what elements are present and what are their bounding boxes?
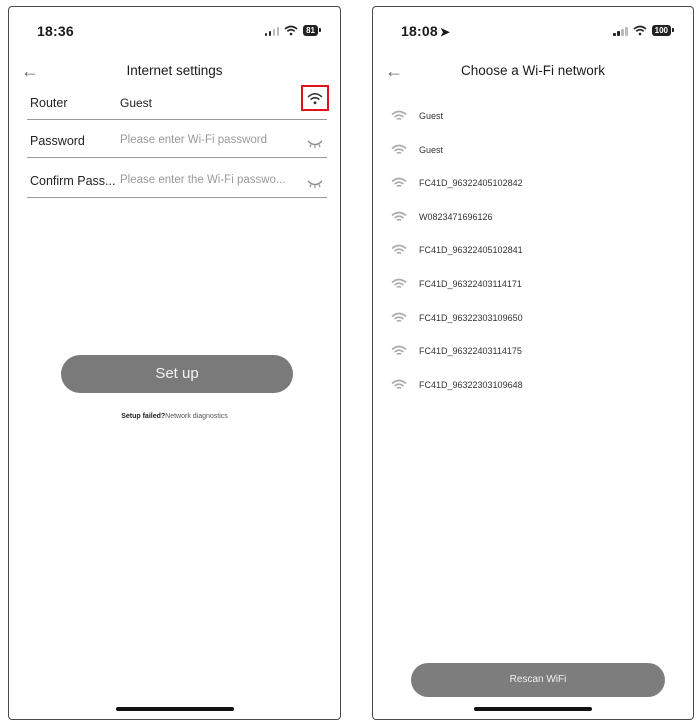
wifi-icon [391, 311, 407, 329]
wifi-network-name: FC41D_96322403114175 [419, 346, 522, 357]
choose-wifi-screen: 18:08 ➤ 100 ← Choose a Wi-Fi network Gues… [372, 6, 694, 720]
wifi-network-name: Guest [419, 144, 444, 155]
cellular-signal-icon [613, 26, 628, 36]
password-input[interactable]: Please enter Wi-Fi password [120, 134, 267, 146]
page-title: Internet settings [126, 63, 223, 78]
confirm-password-label: Confirm Pass... [30, 174, 116, 188]
wifi-status-icon [284, 25, 298, 36]
wifi-network-item[interactable]: FC41D_96322303109650 [373, 308, 693, 342]
wifi-network-item[interactable]: Guest [373, 106, 693, 140]
wifi-icon [391, 176, 407, 194]
wifi-network-name: FC41D_96322303109650 [419, 312, 523, 323]
status-time: 18:36 [37, 23, 74, 39]
status-bar: 18:08 ➤ 100 [373, 23, 693, 43]
wifi-network-item[interactable]: FC41D_96322403114175 [373, 341, 693, 375]
status-indicators: 100 [613, 25, 675, 36]
battery-icon: 81 [303, 25, 321, 36]
wifi-status-icon [633, 25, 647, 36]
setup-hint: Setup failed?Network diagnostics [9, 413, 340, 420]
wifi-network-name: FC41D_96322303109648 [419, 379, 523, 390]
wifi-network-item[interactable]: FC41D_96322303109648 [373, 375, 693, 409]
internet-settings-screen: 18:36 81 ← Internet settings Router Gues… [8, 6, 341, 720]
home-indicator [115, 707, 234, 711]
rescan-wifi-button[interactable]: Rescan WiFi [411, 663, 665, 697]
wifi-icon [391, 109, 407, 127]
password-row: Password Please enter Wi-Fi password [27, 127, 327, 158]
wifi-network-name: Guest [419, 111, 444, 121]
page-title: Choose a Wi-Fi network [460, 63, 606, 78]
battery-icon: 100 [651, 25, 675, 36]
confirm-password-input[interactable]: Please enter the Wi-Fi passwo... [120, 174, 286, 186]
router-label: Router [30, 96, 68, 110]
wifi-icon [391, 210, 407, 228]
status-indicators: 81 [264, 25, 321, 36]
wifi-network-name: FC41D_96322403114171 [419, 278, 522, 289]
wifi-network-item[interactable]: FC41D_96322405102841 [373, 240, 693, 274]
wifi-icon [391, 243, 407, 261]
wifi-icon [391, 277, 407, 295]
cellular-signal-icon [264, 26, 280, 36]
wifi-network-item[interactable]: W0823471696126 [373, 207, 693, 241]
nav-bar: ← Choose a Wi-Fi network [373, 61, 693, 85]
wifi-icon [307, 92, 323, 104]
location-arrow-icon: ➤ [439, 25, 451, 39]
network-diagnostics-link[interactable]: Network diagnostics [165, 413, 228, 420]
home-indicator [474, 707, 592, 711]
status-time: 18:08 ➤ [401, 23, 451, 39]
router-value[interactable]: Guest [120, 96, 152, 110]
wifi-network-name: FC41D_96322405102841 [419, 245, 523, 256]
eye-closed-icon[interactable] [307, 176, 323, 194]
setup-button[interactable]: Set up [61, 355, 293, 393]
status-bar: 18:36 81 [9, 23, 340, 43]
wifi-icon [391, 344, 407, 362]
choose-wifi-button[interactable] [301, 85, 329, 111]
wifi-network-item[interactable]: FC41D_96322403114171 [373, 274, 693, 308]
password-label: Password [30, 134, 85, 148]
wifi-network-item[interactable]: Guest [373, 140, 693, 174]
confirm-password-row: Confirm Pass... Please enter the Wi-Fi p… [27, 167, 327, 198]
wifi-network-list: Guest Guest FC41D_96322405102842 W082347… [373, 106, 693, 408]
wifi-icon [391, 378, 407, 396]
wifi-icon [391, 143, 407, 161]
wifi-network-item[interactable]: FC41D_96322405102842 [373, 173, 693, 207]
nav-bar: ← Internet settings [9, 61, 340, 85]
eye-closed-icon[interactable] [307, 136, 323, 154]
router-row: Router Guest [27, 85, 329, 120]
wifi-network-name: FC41D_96322405102842 [419, 178, 523, 189]
setup-failed-text: Setup failed? [121, 413, 166, 420]
wifi-network-name: W0823471696126 [419, 211, 493, 222]
